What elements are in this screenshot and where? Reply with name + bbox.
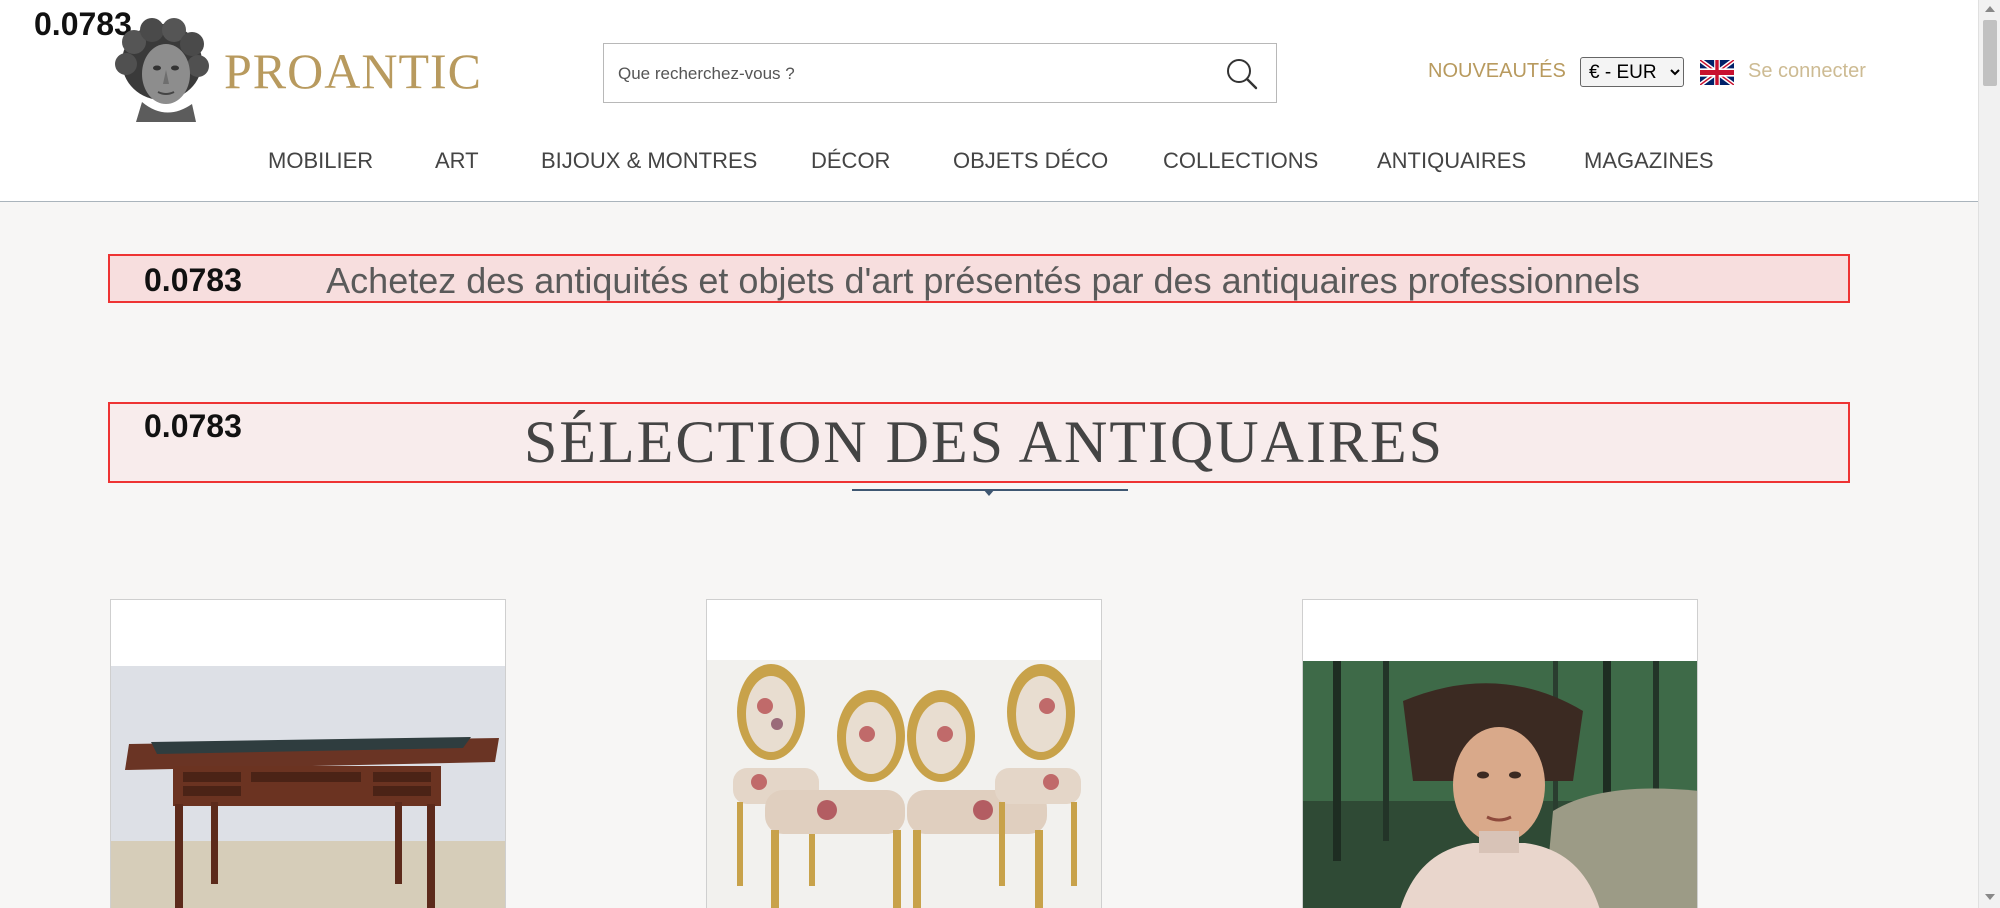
tagline-banner: 0.0783 Achetez des antiquités et objets …	[108, 254, 1850, 303]
scroll-up-icon[interactable]	[1985, 6, 1995, 12]
logo-text[interactable]: PROANTIC	[224, 46, 482, 96]
search-icon[interactable]	[1224, 56, 1260, 92]
scroll-down-icon[interactable]	[1985, 894, 1995, 900]
nav-item-collections[interactable]: COLLECTIONS	[1163, 148, 1318, 174]
site-header: 0.0783 PROANTIC NOUVEAUTÉS €	[0, 0, 1978, 202]
tagline-text: Achetez des antiquités et objets d'art p…	[326, 260, 1640, 301]
product-card-chairs[interactable]	[706, 599, 1102, 908]
page: 0.0783 PROANTIC NOUVEAUTÉS €	[0, 0, 2000, 908]
desk-image[interactable]	[111, 666, 506, 908]
portrait-image[interactable]	[1303, 661, 1698, 908]
product-card-desk[interactable]	[110, 599, 506, 908]
nav-item-antiquaires[interactable]: ANTIQUAIRES	[1377, 148, 1526, 174]
nav-item-mobilier[interactable]: MOBILIER	[268, 148, 373, 174]
section-title-box: 0.0783 SÉLECTION DES ANTIQUAIRES	[108, 402, 1850, 483]
new-arrivals-link[interactable]: NOUVEAUTÉS	[1428, 60, 1566, 83]
product-card-portrait[interactable]	[1302, 599, 1698, 908]
nav-item-objets-deco[interactable]: OBJETS DÉCO	[953, 148, 1108, 174]
nav-item-bijoux-montres[interactable]: BIJOUX & MONTRES	[541, 148, 757, 174]
section-title: SÉLECTION DES ANTIQUAIRES	[524, 409, 1444, 475]
currency-select[interactable]: € - EUR	[1580, 57, 1684, 87]
page-scrollbar[interactable]	[1978, 0, 2000, 908]
login-link[interactable]: Se connecter	[1748, 60, 1866, 83]
title-caret-icon	[983, 489, 995, 496]
nav-item-art[interactable]: ART	[435, 148, 479, 174]
chairs-image[interactable]	[707, 660, 1102, 908]
search-bar	[603, 43, 1277, 103]
search-input[interactable]	[616, 58, 1176, 90]
main-nav: MOBILIER ART BIJOUX & MONTRES DÉCOR OBJE…	[0, 148, 1978, 178]
nav-item-magazines[interactable]: MAGAZINES	[1584, 148, 1714, 174]
uk-flag-icon[interactable]	[1700, 60, 1734, 85]
nav-item-decor[interactable]: DÉCOR	[811, 148, 890, 174]
scroll-thumb[interactable]	[1983, 20, 1997, 86]
logo-bust-icon[interactable]	[112, 18, 212, 122]
